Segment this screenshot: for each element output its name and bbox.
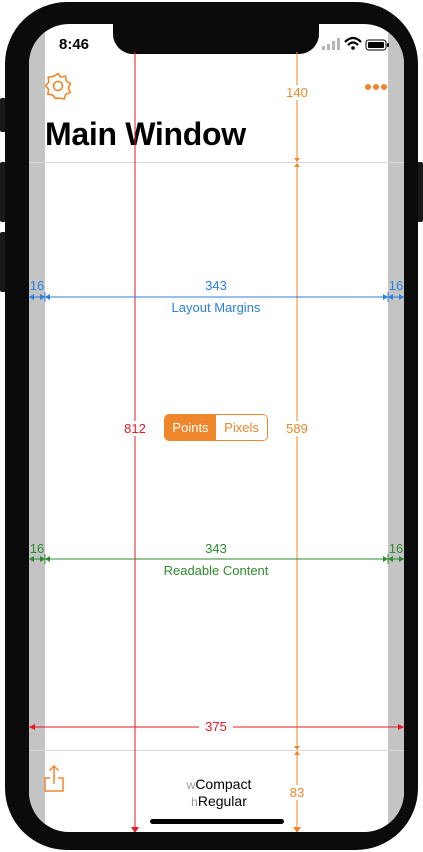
screen: 8:46 Main Window 140 16 343 16 Layout Ma… (29, 24, 404, 832)
bottom-bar-height-value: 83 (285, 785, 309, 800)
home-indicator (150, 819, 284, 824)
size-class-indicator: wCompact hRegular (174, 776, 264, 810)
width-size-class: wCompact (186, 776, 252, 792)
device-frame: 8:46 Main Window 140 16 343 16 Layout Ma… (5, 2, 418, 850)
height-size-class: hRegular (191, 793, 247, 809)
share-icon[interactable] (29, 24, 404, 832)
